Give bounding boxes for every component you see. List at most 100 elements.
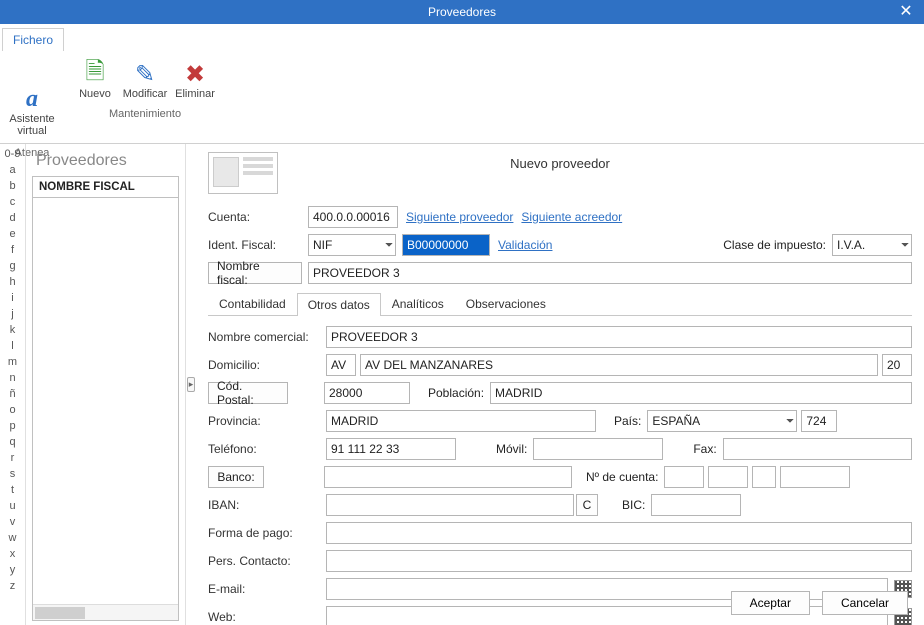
telefono-input[interactable] (326, 438, 456, 460)
alpha-r[interactable]: r (0, 452, 25, 468)
alpha-0-9[interactable]: 0-9 (0, 148, 25, 164)
link-next-proveedor[interactable]: Siguiente proveedor (406, 210, 513, 224)
list-column-header[interactable]: NOMBRE FISCAL (32, 176, 179, 198)
alpha-e[interactable]: e (0, 228, 25, 244)
movil-input[interactable] (533, 438, 663, 460)
iban-c-button[interactable]: C (576, 494, 598, 516)
iban-input[interactable] (326, 494, 574, 516)
assistant-button[interactable]: a Asistente virtual (7, 81, 57, 141)
cancel-button[interactable]: Cancelar (822, 591, 908, 615)
ident-type-select[interactable]: NIF (308, 234, 396, 256)
domicilio-input[interactable] (360, 354, 878, 376)
domicilio-num-input[interactable] (882, 354, 912, 376)
alpha-l[interactable]: l (0, 340, 25, 356)
nombre-fiscal-input[interactable] (308, 262, 912, 284)
chevron-right-icon: ▸ (187, 377, 196, 392)
cuenta-seg2-input[interactable] (708, 466, 748, 488)
link-next-acreedor[interactable]: Siguiente acreedor (521, 210, 622, 224)
alpha-z[interactable]: z (0, 580, 25, 596)
alpha-o[interactable]: o (0, 404, 25, 420)
alpha-k[interactable]: k (0, 324, 25, 340)
new-button[interactable]: 🗎 Nuevo (70, 56, 120, 104)
assistant-icon: a (26, 85, 38, 113)
alpha-x[interactable]: x (0, 548, 25, 564)
accept-button[interactable]: Aceptar (731, 591, 810, 615)
provincia-label: Provincia: (208, 414, 326, 428)
validacion-link[interactable]: Validación (498, 238, 552, 252)
alpha-i[interactable]: i (0, 292, 25, 308)
cuenta-seg4-input[interactable] (780, 466, 850, 488)
alpha-q[interactable]: q (0, 436, 25, 452)
ribbon-group-label: Mantenimiento (109, 108, 181, 120)
window-title: Proveedores (428, 5, 496, 19)
modify-button[interactable]: ✎ Modificar (120, 56, 170, 104)
form-panel: Nuevo proveedor Cuenta: Siguiente provee… (196, 144, 924, 625)
assistant-label: Asistente virtual (9, 113, 55, 137)
nombre-fiscal-button[interactable]: Nombre fiscal: (208, 262, 302, 284)
fax-input[interactable] (723, 438, 912, 460)
telefono-label: Teléfono: (208, 442, 326, 456)
form-tabs: Contabilidad Otros datos Analíticos Obse… (208, 292, 912, 316)
poblacion-label: Población: (428, 386, 484, 400)
splitter-handle[interactable]: ▸ (186, 144, 196, 625)
bic-input[interactable] (651, 494, 741, 516)
alpha-index: 0-9abcdefghijklmnñopqrstuvwxyz (0, 144, 26, 625)
alpha-v[interactable]: v (0, 516, 25, 532)
movil-label: Móvil: (496, 442, 527, 456)
alpha-h[interactable]: h (0, 276, 25, 292)
tab-observaciones[interactable]: Observaciones (455, 292, 557, 315)
new-icon: 🗎 (85, 60, 104, 88)
ident-value-input[interactable] (402, 234, 490, 256)
pais-select[interactable]: ESPAÑA (647, 410, 797, 432)
contacto-input[interactable] (326, 550, 912, 572)
poblacion-input[interactable] (490, 382, 912, 404)
alpha-ñ[interactable]: ñ (0, 388, 25, 404)
cuenta-seg3-input[interactable] (752, 466, 776, 488)
contacto-label: Pers. Contacto: (208, 554, 326, 568)
tab-contabilidad[interactable]: Contabilidad (208, 292, 297, 315)
forma-pago-input[interactable] (326, 522, 912, 544)
close-icon[interactable]: ✕ (894, 0, 918, 24)
list-body[interactable] (32, 198, 179, 621)
delete-icon: ✖ (185, 60, 205, 88)
codigo-postal-input[interactable] (324, 382, 410, 404)
web-label: Web: (208, 610, 326, 624)
cuenta-input[interactable] (308, 206, 398, 228)
alpha-j[interactable]: j (0, 308, 25, 324)
alpha-a[interactable]: a (0, 164, 25, 180)
form-section-title: Nuevo proveedor (196, 156, 924, 171)
tab-otros-datos[interactable]: Otros datos (297, 293, 381, 316)
nombre-comercial-input[interactable] (326, 326, 912, 348)
alpha-y[interactable]: y (0, 564, 25, 580)
domicilio-label: Domicilio: (208, 358, 326, 372)
list-panel: Proveedores NOMBRE FISCAL (26, 144, 186, 625)
alpha-d[interactable]: d (0, 212, 25, 228)
codigo-postal-button[interactable]: Cód. Postal: (208, 382, 288, 404)
list-title: Proveedores (26, 144, 185, 176)
alpha-g[interactable]: g (0, 260, 25, 276)
domicilio-tipo-input[interactable] (326, 354, 356, 376)
alpha-t[interactable]: t (0, 484, 25, 500)
cuenta-seg1-input[interactable] (664, 466, 704, 488)
ribbon-tab-fichero[interactable]: Fichero (2, 28, 64, 51)
alpha-p[interactable]: p (0, 420, 25, 436)
list-horizontal-scrollbar[interactable] (33, 604, 178, 620)
alpha-u[interactable]: u (0, 500, 25, 516)
fax-label: Fax: (693, 442, 716, 456)
alpha-b[interactable]: b (0, 180, 25, 196)
pais-code-input[interactable] (801, 410, 837, 432)
delete-label: Eliminar (175, 88, 215, 100)
alpha-w[interactable]: w (0, 532, 25, 548)
tab-analiticos[interactable]: Analíticos (381, 292, 455, 315)
alpha-n[interactable]: n (0, 372, 25, 388)
provincia-input[interactable] (326, 410, 596, 432)
alpha-s[interactable]: s (0, 468, 25, 484)
cuenta-label: Cuenta: (208, 210, 308, 224)
banco-button[interactable]: Banco: (208, 466, 264, 488)
delete-button[interactable]: ✖ Eliminar (170, 56, 220, 104)
alpha-c[interactable]: c (0, 196, 25, 212)
alpha-m[interactable]: m (0, 356, 25, 372)
alpha-f[interactable]: f (0, 244, 25, 260)
clase-impuesto-select[interactable]: I.V.A. (832, 234, 912, 256)
banco-input[interactable] (324, 466, 572, 488)
